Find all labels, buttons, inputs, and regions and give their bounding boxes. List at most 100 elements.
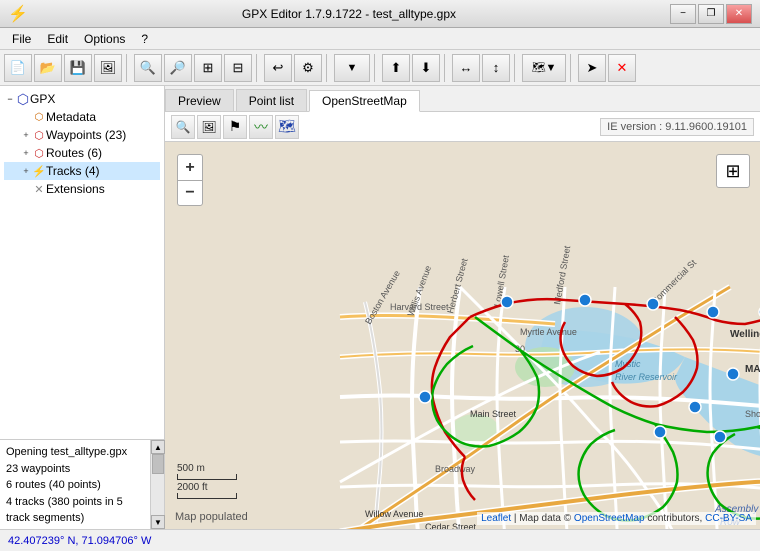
expand-waypoints[interactable]: + [20,130,32,140]
tab-bar: Preview Point list OpenStreetMap [165,86,760,112]
map-flag-btn[interactable]: ⚑ [223,115,247,139]
map-zoom-minus[interactable]: − [177,180,203,206]
sep6 [514,54,518,82]
map-container[interactable]: Boston Avenue Willis Avenue Herbert Stre… [165,142,760,529]
osm-link[interactable]: OpenStreetMap [574,513,645,524]
zoom-fit-button[interactable]: ⊞ [194,54,222,82]
menu-file[interactable]: File [4,30,39,48]
map-toolbar-left: 🔍 🖼 ⚑ 〰 🗺 [171,115,299,139]
extensions-icon: ✕ [32,183,46,196]
tree-item-metadata[interactable]: ⬡ Metadata [4,108,160,126]
file-tree: − ⬡ GPX ⬡ Metadata + ⬡ Waypoints (23) [0,86,164,439]
expand-gpx[interactable]: − [4,94,16,104]
gpx-icon: ⬡ [16,91,30,108]
toolbar: 📄 📂 💾 🖼 🔍 🔎 ⊞ ⊟ ↩ ⚙ ▼ ⬆ ⬇ ↔ ↕ 🗺▼ ➤ ✕ [0,50,760,86]
tree-item-gpx[interactable]: − ⬡ GPX [4,90,160,108]
sep3 [326,54,330,82]
window-title: GPX Editor 1.7.9.1722 - test_alltype.gpx [28,7,670,21]
scroll-up-arrow[interactable]: ▲ [151,440,165,454]
svg-text:Harvard Street: Harvard Street [390,302,449,312]
svg-text:Main Street: Main Street [470,409,517,419]
close-tb-button[interactable]: ✕ [608,54,636,82]
svg-text:Willow Avenue: Willow Avenue [365,509,423,519]
metadata-icon: ⬡ [32,112,46,123]
menu-edit[interactable]: Edit [39,30,76,48]
expand-routes[interactable]: + [20,148,32,158]
map-zoom-plus[interactable]: + [177,154,203,180]
zoom-in-button[interactable]: 🔍 [134,54,162,82]
upload-button[interactable]: ⬆ [382,54,410,82]
log-line-2: 23 waypoints [6,461,144,478]
flip-v-button[interactable]: ↕ [482,54,510,82]
log-line-4: 4 tracks (380 points in 5 [6,494,144,511]
map-dropdown[interactable]: 🗺▼ [522,54,566,82]
zoom-out-button[interactable]: 🔎 [164,54,192,82]
leaflet-link[interactable]: Leaflet [481,513,511,524]
svg-text:MA: MA [745,364,760,375]
settings-button[interactable]: ⚙ [294,54,322,82]
restore-button[interactable]: ❐ [698,4,724,24]
close-button[interactable]: ✕ [726,4,752,24]
tab-osm-label: OpenStreetMap [322,94,407,108]
waypoints-icon: ⬡ [32,129,46,142]
export-button[interactable]: 🖼 [94,54,122,82]
flip-h-button[interactable]: ↔ [452,54,480,82]
scale-bar: 500 m 2000 ft [177,463,237,501]
map-background: Boston Avenue Willis Avenue Herbert Stre… [165,142,760,529]
left-panel: − ⬡ GPX ⬡ Metadata + ⬡ Waypoints (23) [0,86,165,529]
scroll-thumb[interactable] [152,454,164,474]
svg-text:Myrtle Avenue: Myrtle Avenue [520,327,577,337]
tree-item-tracks[interactable]: + ⚡ Tracks (4) [4,162,160,180]
tracks-icon: ⚡ [32,165,46,178]
minimize-button[interactable]: − [670,4,696,24]
map-attribution: Leaflet | Map data © OpenStreetMap contr… [477,512,756,525]
log-area: Opening test_alltype.gpx 23 waypoints 6 … [0,439,164,529]
expand-tracks[interactable]: + [20,166,32,176]
log-scrollbar[interactable]: ▲ ▼ [150,440,164,529]
tab-preview[interactable]: Preview [165,89,234,111]
tree-item-routes[interactable]: + ⬡ Routes (6) [4,144,160,162]
extensions-label: Extensions [46,182,105,196]
tree-item-extensions[interactable]: ✕ Extensions [4,180,160,198]
map-image-btn[interactable]: 🖼 [197,115,221,139]
tab-pointlist[interactable]: Point list [236,89,307,111]
filter-dropdown[interactable]: ▼ [334,54,370,82]
title-bar: ⚡ GPX Editor 1.7.9.1722 - test_alltype.g… [0,0,760,28]
zoom-all-button[interactable]: ⊟ [224,54,252,82]
sep4 [374,54,378,82]
tracks-label: Tracks (4) [46,164,100,178]
scroll-down-arrow[interactable]: ▼ [151,515,165,529]
map-toolbar: 🔍 🖼 ⚑ 〰 🗺 IE version : 9.11.9600.19101 [165,112,760,142]
log-line-1: Opening test_alltype.gpx [6,444,144,461]
menu-options[interactable]: Options [76,30,133,48]
scale-rule-500m [177,474,237,480]
attribution-text: contributors, [647,513,705,524]
save-button[interactable]: 💾 [64,54,92,82]
license-link[interactable]: CC-BY-SA [705,513,752,524]
download-button[interactable]: ⬇ [412,54,440,82]
menu-help[interactable]: ? [133,30,156,48]
status-bar: 42.407239° N, 71.094706° W [0,529,760,551]
svg-text:Broadway: Broadway [435,464,476,474]
tree-item-waypoints[interactable]: + ⬡ Waypoints (23) [4,126,160,144]
open-button[interactable]: 📂 [34,54,62,82]
main-area: − ⬡ GPX ⬡ Metadata + ⬡ Waypoints (23) [0,86,760,529]
new-button[interactable]: 📄 [4,54,32,82]
zoom-controls: + − [177,154,203,206]
app-icon: ⚡ [8,4,28,24]
sep2 [256,54,260,82]
map-track-btn[interactable]: 〰 [249,115,273,139]
arrow-button[interactable]: ➤ [578,54,606,82]
map-zoom-btn[interactable]: 🔍 [171,115,195,139]
map-layers-button[interactable]: ⊞ [716,154,750,188]
tab-osm[interactable]: OpenStreetMap [309,90,420,112]
map-populated-label: Map populated [175,511,248,523]
log-content: Opening test_alltype.gpx 23 waypoints 6 … [0,440,150,529]
undo-button[interactable]: ↩ [264,54,292,82]
gpx-label: GPX [30,92,55,106]
sep7 [570,54,574,82]
right-panel: Preview Point list OpenStreetMap 🔍 🖼 ⚑ 〰… [165,86,760,529]
map-layer2-btn[interactable]: 🗺 [275,115,299,139]
ie-version-label: IE version : 9.11.9600.19101 [600,118,754,136]
svg-text:Shore Drive: Shore Drive [745,409,760,419]
